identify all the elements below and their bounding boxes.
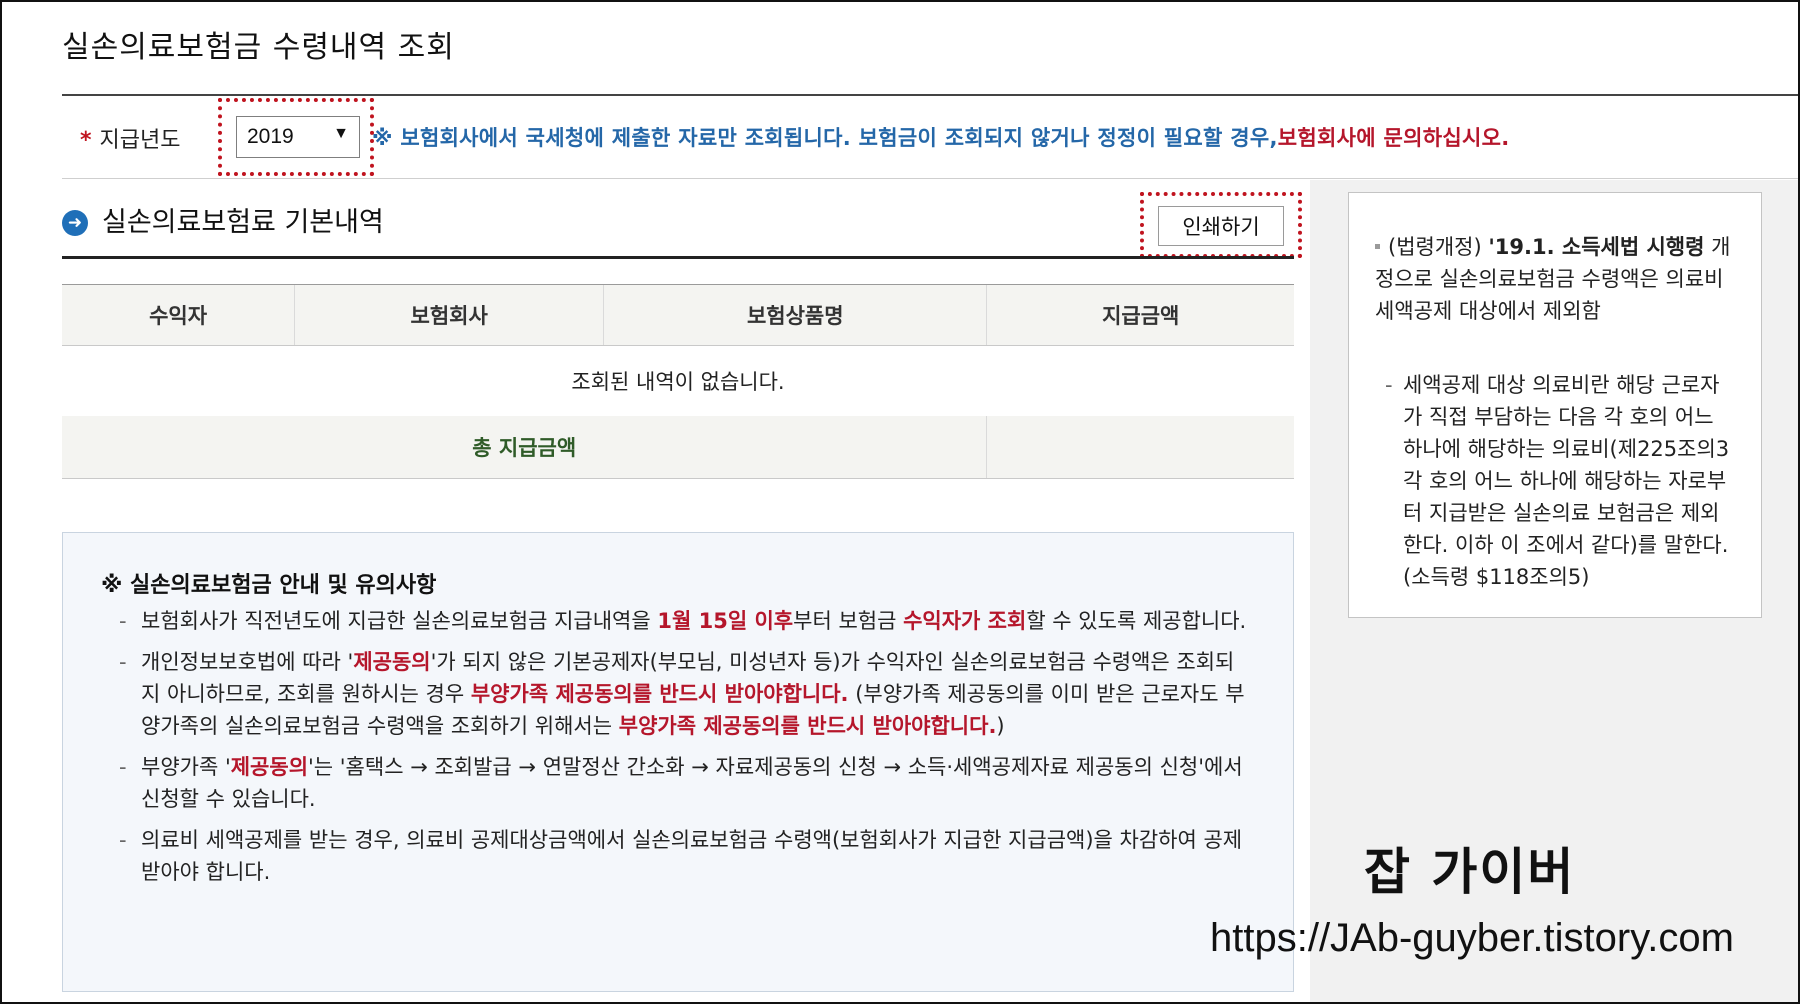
header-beneficiary: 수익자 (62, 285, 295, 346)
page-title: 실손의료보험금 수령내역 조회 (62, 30, 455, 65)
note-text: 개인정보보호법에 따라 ' (141, 650, 354, 674)
year-label-text: 지급년도 (99, 128, 181, 153)
table-header-row: 수익자 보험회사 보험상품명 지급금액 (62, 285, 1294, 346)
note-emphasis: 부양가족 제공동의를 반드시 받아야합니다. (470, 682, 849, 706)
note-text: 보험회사가 직전년도에 지급한 실손의료보험금 지급내역을 (141, 609, 658, 633)
section-title: ➜ 실손의료보험료 기본내역 (62, 200, 384, 239)
filter-notice-red: 보험회사에 문의하십시오. (1277, 126, 1510, 150)
note-text: 부양가족 ' (141, 755, 231, 779)
law-notice-sub: 세액공제 대상 의료비란 해당 근로자가 직접 부담하는 다음 각 호의 어느 … (1385, 369, 1731, 593)
table-row-total: 총 지급금액 (62, 416, 1294, 479)
notes-box: ※ 실손의료보험금 안내 및 유의사항 보험회사가 직전년도에 지급한 실손의료… (62, 532, 1294, 992)
required-mark: * (80, 128, 92, 153)
notes-title: ※ 실손의료보험금 안내 및 유의사항 (101, 573, 437, 598)
list-item: 부양가족 '제공동의'는 '홈택스 → 조회발급 → 연말정산 간소화 → 자료… (119, 751, 1247, 815)
law-notice-bold: '19.1. 소득세법 시행령 (1488, 235, 1705, 259)
header-product-name: 보험상품명 (603, 285, 987, 346)
notes-list: 보험회사가 직전년도에 지급한 실손의료보험금 지급내역을 1월 15일 이후부… (119, 605, 1247, 897)
square-bullet-icon (1375, 244, 1380, 249)
total-value (986, 416, 1294, 479)
section-title-text: 실손의료보험료 기본내역 (102, 207, 384, 238)
payment-table: 수익자 보험회사 보험상품명 지급금액 조회된 내역이 없습니다. 총 지급금액 (62, 285, 1294, 479)
filter-notice: ※ 보험회사에서 국세청에 제출한 자료만 조회됩니다. 보험금이 조회되지 않… (372, 122, 1510, 152)
total-label: 총 지급금액 (62, 416, 987, 479)
note-text: 부터 보험금 (793, 609, 904, 633)
watermark-url: https://JAb-guyber.tistory.com (1210, 916, 1734, 960)
arrow-right-circle-icon: ➜ (62, 210, 88, 236)
table-top-rule (62, 256, 1294, 259)
law-notice-text: (법령개정) (1388, 235, 1489, 259)
empty-message: 조회된 내역이 없습니다. (571, 370, 785, 394)
note-text: 의료비 세액공제를 받는 경우, 의료비 공제대상금액에서 실손의료보험금 수령… (141, 828, 1243, 884)
payment-table-wrap: 수익자 보험회사 보험상품명 지급금액 조회된 내역이 없습니다. 총 지급금액 (62, 256, 1294, 479)
list-item: 보험회사가 직전년도에 지급한 실손의료보험금 지급내역을 1월 15일 이후부… (119, 605, 1247, 637)
year-select[interactable]: 2019 ▼ (236, 116, 360, 158)
law-notice-item: (법령개정) '19.1. 소득세법 시행령 개정으로 실손의료보험금 수령액은… (1375, 231, 1731, 327)
header-amount: 지급금액 (986, 285, 1294, 346)
filter-notice-main: ※ 보험회사에서 국세청에 제출한 자료만 조회됩니다. 보험금이 조회되지 않… (372, 126, 1278, 150)
note-emphasis: 1월 15일 이후 (657, 609, 794, 633)
print-button-highlight: 인쇄하기 (1140, 192, 1302, 258)
list-item: 의료비 세액공제를 받는 경우, 의료비 공제대상금액에서 실손의료보험금 수령… (119, 824, 1247, 888)
header-insurer: 보험회사 (294, 285, 604, 346)
note-text: ) (996, 714, 1005, 738)
table-row-empty: 조회된 내역이 없습니다. (62, 346, 1294, 417)
watermark-name: 잡 가이버 (1364, 843, 1576, 901)
note-emphasis: 제공동의 (230, 755, 309, 779)
list-item: 개인정보보호법에 따라 '제공동의'가 되지 않은 기본공제자(부모님, 미성년… (119, 646, 1247, 742)
chevron-down-icon: ▼ (333, 125, 349, 142)
filter-bar: * 지급년도 2019 ▼ ※ 보험회사에서 국세청에 제출한 자료만 조회됩니다… (62, 94, 1798, 179)
year-label: * 지급년도 (80, 122, 180, 154)
note-emphasis: 부양가족 제공동의를 반드시 받아야합니다. (618, 714, 997, 738)
screenshot-frame: 실손의료보험금 수령내역 조회 * 지급년도 2019 ▼ ※ 보험회사에서 국세… (0, 0, 1800, 1004)
year-select-value: 2019 (247, 125, 294, 148)
note-text: 할 수 있도록 제공합니다. (1026, 609, 1247, 633)
note-emphasis: 제공동의 (353, 650, 431, 674)
law-notice-box: (법령개정) '19.1. 소득세법 시행령 개정으로 실손의료보험금 수령액은… (1348, 192, 1762, 618)
year-select-highlight: 2019 ▼ (218, 98, 374, 176)
note-emphasis: 수익자가 조회 (903, 609, 1027, 633)
print-button[interactable]: 인쇄하기 (1158, 206, 1284, 246)
